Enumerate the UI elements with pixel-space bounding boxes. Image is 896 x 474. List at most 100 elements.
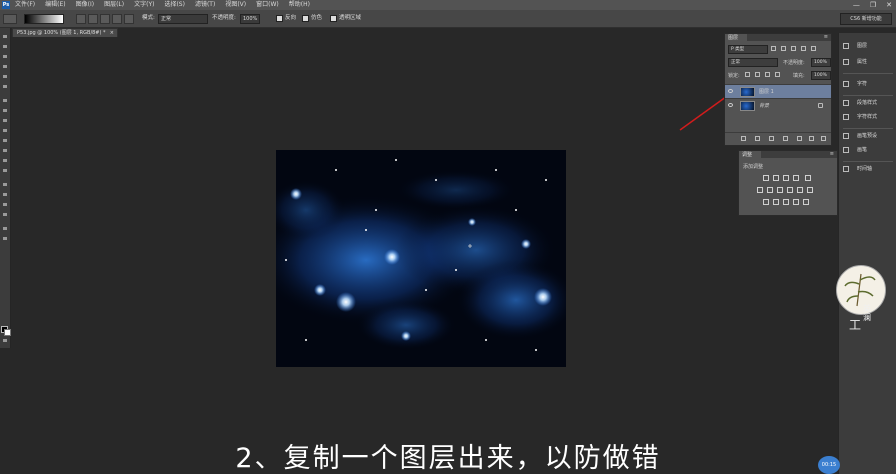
blur-tool-icon[interactable] [2,158,8,163]
vibrance-icon[interactable] [805,175,811,181]
link-layers-icon[interactable] [741,136,746,141]
minimize-icon[interactable]: — [853,0,860,10]
layer-style-icon[interactable] [755,136,760,141]
dock-item-layers[interactable]: 图层 [839,39,896,53]
delete-layer-icon[interactable] [821,136,826,141]
new-adjustment-layer-icon[interactable] [783,136,788,141]
levels-icon[interactable] [773,175,779,181]
path-select-tool-icon[interactable] [2,202,8,207]
menu-type[interactable]: 文字(Y) [134,0,154,10]
color-lookup-icon[interactable] [807,187,813,193]
zoom-tool-icon[interactable] [2,236,8,241]
quick-mask-icon[interactable] [2,338,8,343]
photo-filter-icon[interactable] [787,187,793,193]
lock-position-icon[interactable] [765,72,770,77]
document-tab[interactable]: P53.jpg @ 100% (图层 1, RGB/8#) * × [12,28,118,37]
menu-layer[interactable]: 图层(L) [104,0,124,10]
angle-gradient-icon[interactable] [100,14,110,24]
panel-menu-icon[interactable]: ≡ [824,34,828,41]
brush-tool-icon[interactable] [2,108,8,113]
lock-all-icon[interactable] [775,72,780,77]
restore-icon[interactable]: ❐ [870,0,876,10]
mode-select[interactable]: 正常 [158,14,208,24]
new-group-icon[interactable] [797,136,802,141]
shape-tool-icon[interactable] [2,212,8,217]
reverse-checkbox[interactable] [276,15,283,22]
hand-tool-icon[interactable] [2,226,8,231]
eyedropper-tool-icon[interactable] [2,84,8,89]
filter-smart-object-icon[interactable] [811,46,816,51]
color-balance-icon[interactable] [767,187,773,193]
menu-select[interactable]: 选择(S) [164,0,185,10]
healing-brush-tool-icon[interactable] [2,98,8,103]
menu-edit[interactable]: 编辑(E) [45,0,65,10]
layer-row-1[interactable]: 图层 1 [725,84,831,98]
filter-adjustment-icon[interactable] [781,46,786,51]
opacity-input[interactable]: 100% [240,14,260,24]
curves-icon[interactable] [783,175,789,181]
posterize-icon[interactable] [773,199,779,205]
tool-preset-picker[interactable] [3,14,17,24]
eye-visibility-icon[interactable] [728,89,733,93]
invert-icon[interactable] [763,199,769,205]
dock-item-brush-presets[interactable]: 画笔预设 [839,129,896,143]
layer-kind-filter[interactable]: P 类型 [728,45,768,54]
layer-row-background[interactable]: 背景 [725,98,831,112]
menu-file[interactable]: 文件(F) [15,0,35,10]
diamond-gradient-icon[interactable] [124,14,134,24]
radial-gradient-icon[interactable] [88,14,98,24]
close-icon[interactable]: ✕ [886,0,892,10]
background-color-swatch[interactable] [4,329,11,336]
blend-mode-select[interactable]: 正常 [728,58,778,67]
workspace-switcher[interactable]: CS6 新增功能 [840,13,892,25]
panel-menu-icon[interactable]: ≡ [830,151,834,158]
dodge-tool-icon[interactable] [2,168,8,173]
black-white-icon[interactable] [777,187,783,193]
dock-item-paragraph-styles[interactable]: 段落样式 [839,96,896,110]
new-layer-icon[interactable] [809,136,814,141]
clone-stamp-tool-icon[interactable] [2,118,8,123]
gradient-editor-swatch[interactable] [24,14,64,24]
dock-item-brush[interactable]: 画笔 [839,143,896,157]
marquee-tool-icon[interactable] [2,44,8,49]
history-brush-tool-icon[interactable] [2,128,8,133]
move-tool-icon[interactable] [2,34,8,39]
filter-pixel-icon[interactable] [771,46,776,51]
hue-saturation-icon[interactable] [757,187,763,193]
selective-color-icon[interactable] [803,199,809,205]
eye-visibility-icon[interactable] [728,103,733,107]
eraser-tool-icon[interactable] [2,138,8,143]
brightness-contrast-icon[interactable] [763,175,769,181]
filter-type-icon[interactable] [791,46,796,51]
fill-input[interactable]: 100% [811,71,831,80]
menu-image[interactable]: 图像(I) [76,0,94,10]
tab-adjustments[interactable]: 调整 [739,151,761,159]
exposure-icon[interactable] [793,175,799,181]
menu-window[interactable]: 窗口(W) [256,0,279,10]
canvas-image[interactable] [276,150,566,367]
pen-tool-icon[interactable] [2,182,8,187]
transparency-checkbox[interactable] [330,15,337,22]
lock-image-icon[interactable] [755,72,760,77]
menu-view[interactable]: 视图(V) [225,0,246,10]
layer-opacity-input[interactable]: 100% [811,58,831,67]
gradient-tool-icon[interactable] [2,148,8,153]
dock-item-properties[interactable]: 属性 [839,55,896,69]
crop-tool-icon[interactable] [2,74,8,79]
dock-item-character-styles[interactable]: 字符样式 [839,110,896,124]
menu-filter[interactable]: 滤镜(T) [195,0,215,10]
dither-checkbox[interactable] [302,15,309,22]
lock-transparent-icon[interactable] [745,72,750,77]
dock-item-timeline[interactable]: 时间轴 [839,162,896,176]
linear-gradient-icon[interactable] [76,14,86,24]
gradient-map-icon[interactable] [793,199,799,205]
reflected-gradient-icon[interactable] [112,14,122,24]
close-document-icon[interactable]: × [110,29,114,38]
dock-item-character[interactable]: 字符 [839,77,896,91]
lasso-tool-icon[interactable] [2,54,8,59]
type-tool-icon[interactable] [2,192,8,197]
add-mask-icon[interactable] [769,136,774,141]
threshold-icon[interactable] [783,199,789,205]
menu-help[interactable]: 帮助(H) [289,0,310,10]
tab-layers[interactable]: 图层 [725,34,747,42]
